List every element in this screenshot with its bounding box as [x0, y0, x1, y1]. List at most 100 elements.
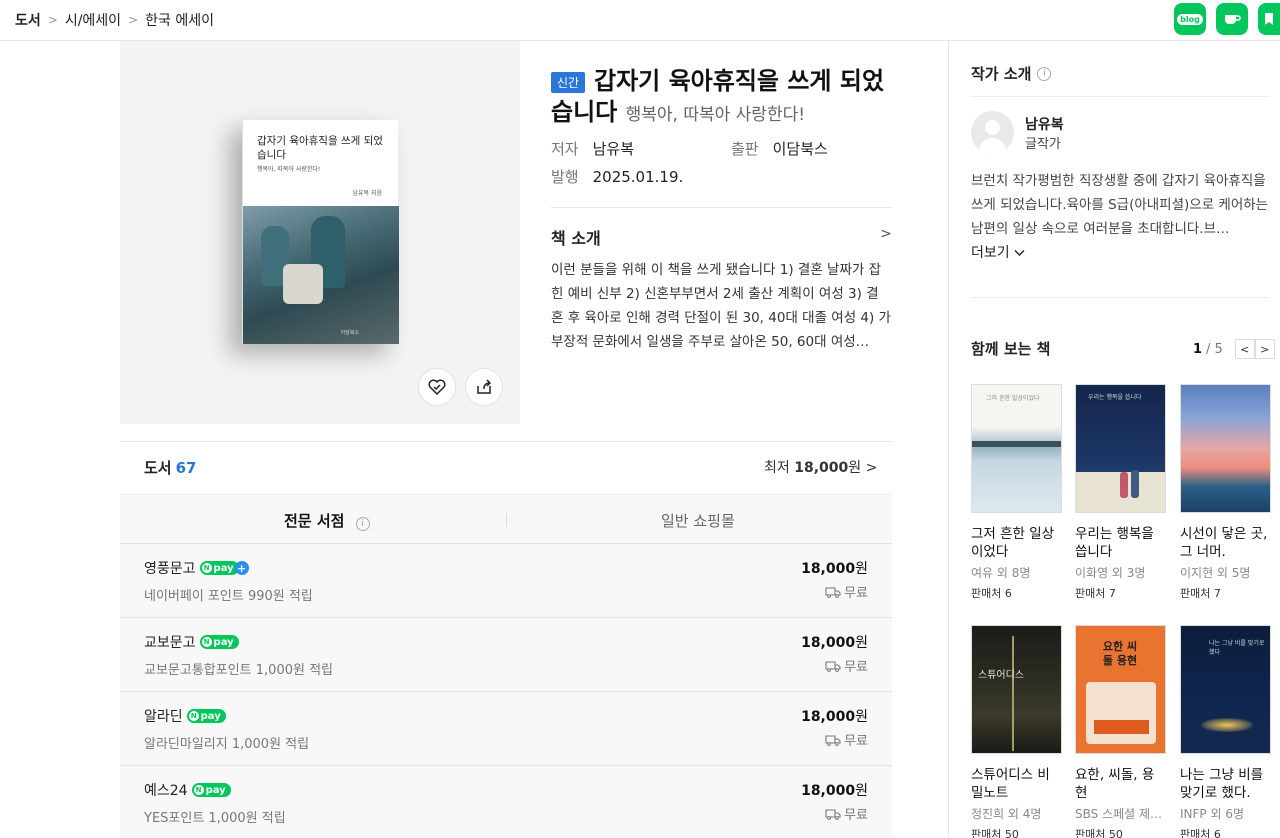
divider — [971, 96, 1269, 97]
lowest-price-link[interactable]: 최저 18,000원 > — [764, 457, 877, 477]
shipping-text: 무료 — [844, 808, 868, 823]
npay-badge: Npay — [191, 783, 231, 797]
share-button[interactable] — [465, 368, 503, 406]
date-label: 발행 — [551, 168, 579, 186]
chevron-right-icon: > — [865, 460, 878, 476]
book-cover-image[interactable]: 갑자기 육아휴직을 쓰게 되었습니다 행복아, 따복아 사랑한다! 남유복 지음… — [242, 120, 399, 344]
price-unit: 원 — [855, 709, 868, 725]
lowest-price: 18,000 — [794, 460, 849, 476]
book-title[interactable]: 그저 흔한 일상이었다 — [971, 525, 1062, 563]
related-book-card[interactable]: 시선이 닿은 곳, 그 너머. 이지현 외 5명 판매처 7 — [1180, 384, 1271, 601]
book-title[interactable]: 우리는 행복을 씁니다 — [1075, 525, 1166, 563]
date-meta: 발행 2025.01.19. — [551, 166, 683, 187]
npay-n-icon: N — [193, 785, 204, 795]
author-link[interactable]: 남유복 — [593, 140, 634, 158]
blog-icon[interactable]: blog — [1174, 3, 1206, 35]
npay-label: pay — [200, 710, 221, 722]
seller-row[interactable]: 알라딘 Npay 알라딘마일리지 1,000원 적립 18,000원 무료 — [120, 692, 892, 766]
book-cover-image[interactable]: 요한 씨돌 용현 — [1075, 625, 1166, 754]
book-title[interactable]: 나는 그냥 비를 맞기로 했다. — [1180, 766, 1271, 804]
seller-row[interactable]: 교보문고 Npay 교보문고통합포인트 1,000원 적립 18,000원 무료 — [120, 618, 892, 692]
intro-heading[interactable]: 책 소개 — [551, 225, 601, 249]
book-author: 이화영 외 3명 — [1075, 566, 1146, 580]
seller-row[interactable]: 영풍문고 Npay + 네이버페이 포인트 990원 적립 18,000원 무료 — [120, 544, 892, 618]
npay-label: pay — [213, 562, 234, 574]
prev-page-button[interactable]: < — [1234, 339, 1255, 359]
heart-check-icon — [428, 379, 446, 396]
npay-n-icon: N — [201, 563, 212, 573]
like-button[interactable] — [418, 368, 456, 406]
seller-tabs: 전문 서점 i 일반 쇼핑몰 — [120, 494, 892, 549]
price-value: 18,000 — [801, 709, 856, 725]
shipping-info: 무료 — [825, 582, 868, 601]
related-book-card[interactable]: 스튜어디스 스튜어디스 비밀노트 정진희 외 4명 판매처 50 — [971, 625, 1062, 838]
sellers-label: 도서 — [144, 459, 172, 477]
book-sellers: 판매처 6 — [1180, 828, 1221, 838]
cover-author: 남유복 지음 — [352, 190, 382, 197]
tab-specialty-bookstore[interactable]: 전문 서점 i — [282, 510, 370, 549]
breadcrumb-item-books[interactable]: 도서 — [15, 10, 41, 30]
cover-title: 갑자기 육아휴직을 쓰게 되었습니다 — [257, 135, 383, 161]
divider — [120, 441, 892, 442]
price-value: 18,000 — [801, 561, 856, 577]
seller-name[interactable]: 교보문고 — [144, 632, 196, 652]
npay-n-icon: N — [188, 711, 199, 721]
npay-badge: Npay — [199, 561, 239, 575]
intro-text: 이런 분들을 위해 이 책을 쓰게 됐습니다 1) 결혼 날짜가 잡힌 예비 신… — [551, 262, 891, 350]
npay-badge: Npay — [199, 635, 239, 649]
cover-text: 우리는 행복을 씁니다 — [1088, 394, 1142, 401]
cover-publisher: 이담북스 — [340, 330, 359, 336]
author-name[interactable]: 남유복 — [1025, 114, 1064, 134]
publisher-link[interactable]: 이담북스 — [773, 140, 828, 158]
related-book-card[interactable]: 그저 흔한 일상이었다 그저 흔한 일상이었다 여유 외 8명 판매처 6 — [971, 384, 1062, 601]
related-book-card[interactable]: 우리는 행복을 씁니다 우리는 행복을 씁니다 이화영 외 3명 판매처 7 — [1075, 384, 1166, 601]
seller-name[interactable]: 영풍문고 — [144, 558, 196, 578]
npay-badge: Npay — [186, 709, 226, 723]
npay-label: pay — [213, 636, 234, 648]
book-title[interactable]: 시선이 닿은 곳, 그 너머. — [1180, 525, 1271, 563]
next-page-button[interactable]: > — [1254, 339, 1275, 359]
truck-icon — [825, 660, 841, 672]
breadcrumb-item-korean-essay[interactable]: 한국 에세이 — [145, 10, 214, 30]
cafe-icon[interactable] — [1216, 3, 1248, 35]
book-cover-image[interactable]: 나는 그냥 비를 맞기로 했다 — [1180, 625, 1271, 754]
seller-row[interactable]: 예스24 Npay YES포인트 1,000원 적립 18,000원 무료 — [120, 766, 892, 838]
avatar[interactable] — [971, 111, 1014, 154]
chevron-right-icon[interactable]: > — [880, 226, 892, 242]
book-title[interactable]: 스튜어디스 비밀노트 — [971, 766, 1062, 804]
book-title[interactable]: 요한, 씨돌, 용현 — [1075, 766, 1166, 804]
price-value: 18,000 — [801, 783, 856, 799]
info-icon[interactable]: i — [355, 517, 370, 531]
seller-name[interactable]: 알라딘 — [144, 706, 183, 726]
npay-label: pay — [205, 784, 226, 796]
book-cover-image[interactable]: 우리는 행복을 씁니다 — [1075, 384, 1166, 513]
breadcrumb-item-poetry-essay[interactable]: 시/에세이 — [65, 10, 121, 30]
shipping-text: 무료 — [844, 660, 868, 675]
book-cover-image[interactable]: 그저 흔한 일상이었다 — [971, 384, 1062, 513]
related-book-card[interactable]: 요한 씨돌 용현 요한, 씨돌, 용현 SBS 스페셜 제… 판매처 50 — [1075, 625, 1166, 838]
lowest-unit: 원 — [848, 460, 862, 476]
related-heading: 함께 보는 책 — [971, 340, 1051, 358]
author-heading: 작가 소개 i — [971, 63, 1052, 84]
publisher-meta: 출판 이담북스 — [731, 138, 828, 159]
info-icon[interactable]: i — [1037, 66, 1052, 81]
book-sellers: 판매처 6 — [971, 587, 1012, 600]
seller-price: 18,000원 — [801, 558, 868, 578]
price-value: 18,000 — [801, 635, 856, 651]
author-meta: 저자 남유복 — [551, 138, 634, 159]
book-cover-image[interactable]: 스튜어디스 — [971, 625, 1062, 754]
breadcrumb: 도서 > 시/에세이 > 한국 에세이 — [15, 10, 214, 30]
cover-subtitle: 행복아, 따복아 사랑한다! — [257, 166, 321, 173]
tab-label: 전문 서점 — [284, 512, 345, 530]
more-label: 더보기 — [971, 245, 1010, 261]
related-book-card[interactable]: 나는 그냥 비를 맞기로 했다 나는 그냥 비를 맞기로 했다. INFP 외 … — [1180, 625, 1271, 838]
shipping-info: 무료 — [825, 730, 868, 749]
more-button[interactable]: 더보기 — [971, 242, 1025, 262]
book-sellers: 판매처 7 — [1180, 587, 1221, 600]
seller-name[interactable]: 예스24 — [144, 780, 188, 800]
seller-points: YES포인트 1,000원 적립 — [144, 811, 286, 826]
bookmark-icon[interactable] — [1258, 3, 1280, 35]
book-cover-image[interactable] — [1180, 384, 1271, 513]
sellers-heading: 도서 67 — [144, 457, 196, 478]
tab-general-mall[interactable]: 일반 쇼핑몰 — [661, 510, 735, 531]
